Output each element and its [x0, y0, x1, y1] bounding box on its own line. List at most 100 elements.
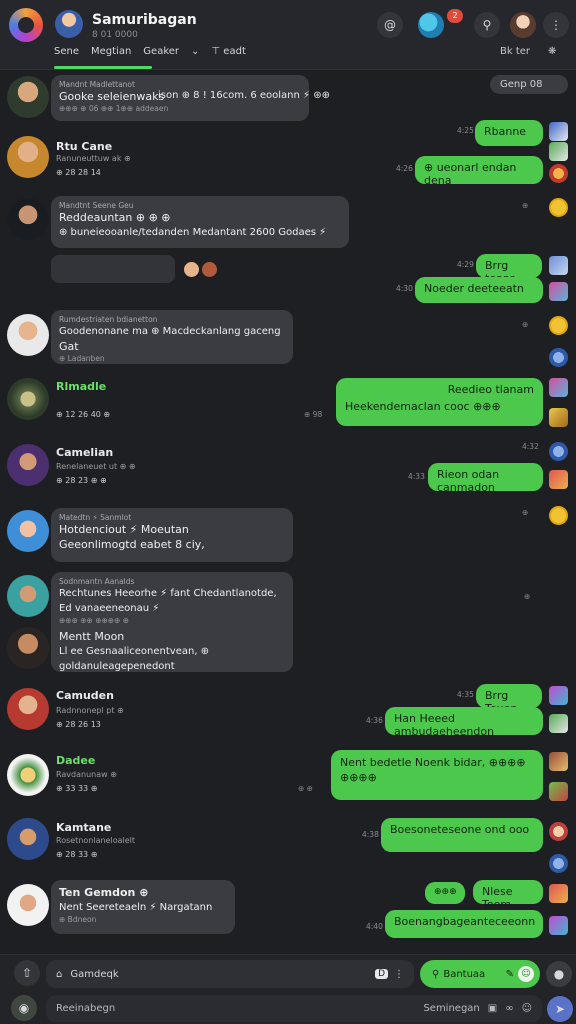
attach-icon[interactable]: ⇧: [14, 960, 40, 986]
reply-avatar[interactable]: [549, 348, 568, 367]
sender-avatar[interactable]: [7, 76, 49, 118]
sender-name[interactable]: Camuden: [56, 689, 114, 702]
reply-avatar[interactable]: [549, 164, 568, 183]
message-toolbar[interactable]: [51, 255, 175, 283]
profile-icon[interactable]: ●: [546, 961, 572, 987]
outgoing-message[interactable]: ⊕⊕⊕: [425, 882, 465, 904]
reply-avatar[interactable]: [549, 506, 568, 525]
outgoing-message[interactable]: Brrg Teuen: [476, 684, 542, 715]
home-icon[interactable]: ⌂: [56, 969, 62, 980]
reaction-icon[interactable]: ⊕: [522, 320, 528, 329]
reply-avatar[interactable]: [549, 408, 568, 427]
tab-sene[interactable]: Sene: [54, 46, 79, 57]
sender-avatar[interactable]: [7, 818, 49, 860]
mic-icon: ✎: [505, 968, 514, 980]
outgoing-message[interactable]: Boesoneteseone ond ooo: [381, 818, 543, 852]
reply-avatar[interactable]: [549, 822, 568, 841]
attachment-icon[interactable]: ⊕ 98: [304, 410, 322, 419]
reply-avatar[interactable]: [549, 470, 568, 489]
image-icon[interactable]: ▣: [488, 1003, 497, 1014]
globe-icon[interactable]: ◉: [11, 995, 37, 1021]
search-icon[interactable]: ⚲: [474, 12, 500, 38]
at-icon[interactable]: @: [377, 12, 403, 38]
reply-avatar[interactable]: [549, 714, 568, 733]
notification-badge: 2: [447, 9, 463, 23]
sender-avatar[interactable]: [7, 754, 49, 796]
user-avatar[interactable]: [510, 12, 536, 38]
app-logo-icon[interactable]: [9, 8, 43, 42]
filter-pill[interactable]: Genp 08: [490, 75, 568, 94]
reply-avatar[interactable]: [549, 316, 568, 335]
sender-name[interactable]: Camelian: [56, 446, 113, 459]
sender-name[interactable]: Kamtane: [56, 821, 111, 834]
outgoing-message[interactable]: Han Heeed ambudaeheendon: [385, 707, 543, 738]
link-icon[interactable]: ∞: [505, 1003, 513, 1014]
incoming-message[interactable]: Ten Gemdon ⊕ Nent Seereteaeln ⚡ Nargatan…: [51, 880, 235, 934]
sender-avatar[interactable]: [7, 314, 49, 356]
chat-avatar[interactable]: [55, 10, 83, 38]
reaction-avatar[interactable]: [202, 262, 217, 277]
sender-name[interactable]: Dadee: [56, 754, 95, 767]
reaction-icon[interactable]: ⊕: [522, 201, 528, 210]
tab-megtian[interactable]: Megtian: [91, 46, 131, 57]
incoming-message[interactable]: Matedtn ⚡ Sanmlot Hotdenciout ⚡ Moeutan …: [51, 508, 293, 562]
sender-avatar[interactable]: [7, 378, 49, 420]
outgoing-message[interactable]: Noeder deeteeatn: [415, 277, 543, 303]
outgoing-message[interactable]: ⊕ ueonarl endan dena: [415, 156, 543, 187]
sender-avatar[interactable]: [7, 510, 49, 552]
reply-avatar[interactable]: [549, 686, 568, 705]
sender-avatar[interactable]: [7, 627, 49, 669]
globe-icon[interactable]: [418, 12, 444, 38]
message-input[interactable]: ⌂ Gamdeqk D ⋮: [46, 960, 414, 988]
reply-avatar[interactable]: [549, 916, 568, 935]
reply-avatar[interactable]: [549, 142, 568, 161]
reply-avatar[interactable]: [549, 378, 568, 397]
reaction-icon[interactable]: ⊕: [522, 508, 528, 517]
outgoing-message[interactable]: Rieon odan canmadon: [428, 463, 543, 494]
settings-icon[interactable]: ❋: [548, 46, 556, 57]
outgoing-message[interactable]: Brrg teanr: [476, 254, 542, 285]
sender-avatar[interactable]: [7, 884, 49, 926]
sender-avatar[interactable]: [7, 198, 49, 240]
sender-name[interactable]: Rlmadle: [56, 380, 106, 393]
reply-avatar[interactable]: [549, 884, 568, 903]
sender-avatar[interactable]: [7, 575, 49, 617]
reply-avatar[interactable]: [549, 854, 568, 873]
send-icon[interactable]: ➤: [547, 996, 573, 1022]
incoming-message[interactable]: Rumdestriaten bdianetton Goodenonane ma …: [51, 310, 293, 364]
more-icon[interactable]: ⋮: [394, 969, 404, 980]
doc-icon[interactable]: D: [375, 969, 388, 979]
outgoing-message[interactable]: Reedieo tlanam Heekendemaclan cooc ⊕⊕⊕: [336, 378, 543, 426]
emoji-icon[interactable]: ☺: [518, 966, 534, 982]
secondary-input[interactable]: Reeinabegn Seminegan ▣ ∞ ☺: [46, 995, 542, 1022]
message-list[interactable]: Mandnt Madlettanot Gooke seleienwaks ⊕⊕⊕…: [0, 70, 576, 954]
sender-avatar[interactable]: [7, 444, 49, 486]
send-button[interactable]: ⚲ Bantuaa ✎ ☺: [420, 960, 540, 988]
outgoing-message[interactable]: Nlese Toom: [473, 880, 543, 911]
tab-dropdown[interactable]: ⌄: [191, 46, 199, 57]
sender-avatar[interactable]: [7, 136, 49, 178]
sender-avatar[interactable]: [7, 688, 49, 730]
reply-avatar[interactable]: [549, 256, 568, 275]
incoming-message[interactable]: Sodnmantn Aanalds Rechtunes Heeorhe ⚡ fa…: [51, 572, 293, 672]
more-icon[interactable]: ⋮: [543, 12, 569, 38]
outgoing-message[interactable]: Rbanne: [475, 120, 543, 146]
attachment-icon[interactable]: ⊕ ⊕: [298, 784, 313, 793]
reaction-avatar[interactable]: [184, 262, 199, 277]
outgoing-message[interactable]: Boenangbageanteceeonn: [385, 910, 543, 938]
outgoing-message[interactable]: Nent bedetle Noenk bidar, ⊕⊕⊕⊕ ⊕⊕⊕⊕: [331, 750, 543, 800]
incoming-message[interactable]: Mandtnt Seene Geu Reddeauntan ⊕ ⊕ ⊕ ⊕ bu…: [51, 196, 349, 248]
chat-subtitle: 8 01 0000: [92, 30, 138, 40]
reaction-icon[interactable]: ⊕: [524, 592, 530, 601]
reply-avatar[interactable]: [549, 752, 568, 771]
tab-eadt[interactable]: ⊤ eadt: [211, 46, 245, 57]
emoji-icon[interactable]: ☺: [522, 1003, 532, 1014]
sender-stats: ⊕ 28 26 13: [56, 720, 101, 729]
reply-avatar[interactable]: [549, 198, 568, 217]
reply-avatar[interactable]: [549, 282, 568, 301]
tab-geaker[interactable]: Geaker: [143, 46, 179, 57]
reply-avatar[interactable]: [549, 442, 568, 461]
reply-avatar[interactable]: [549, 122, 568, 141]
sender-name[interactable]: Rtu Cane: [56, 140, 112, 153]
reply-avatar[interactable]: [549, 782, 568, 801]
